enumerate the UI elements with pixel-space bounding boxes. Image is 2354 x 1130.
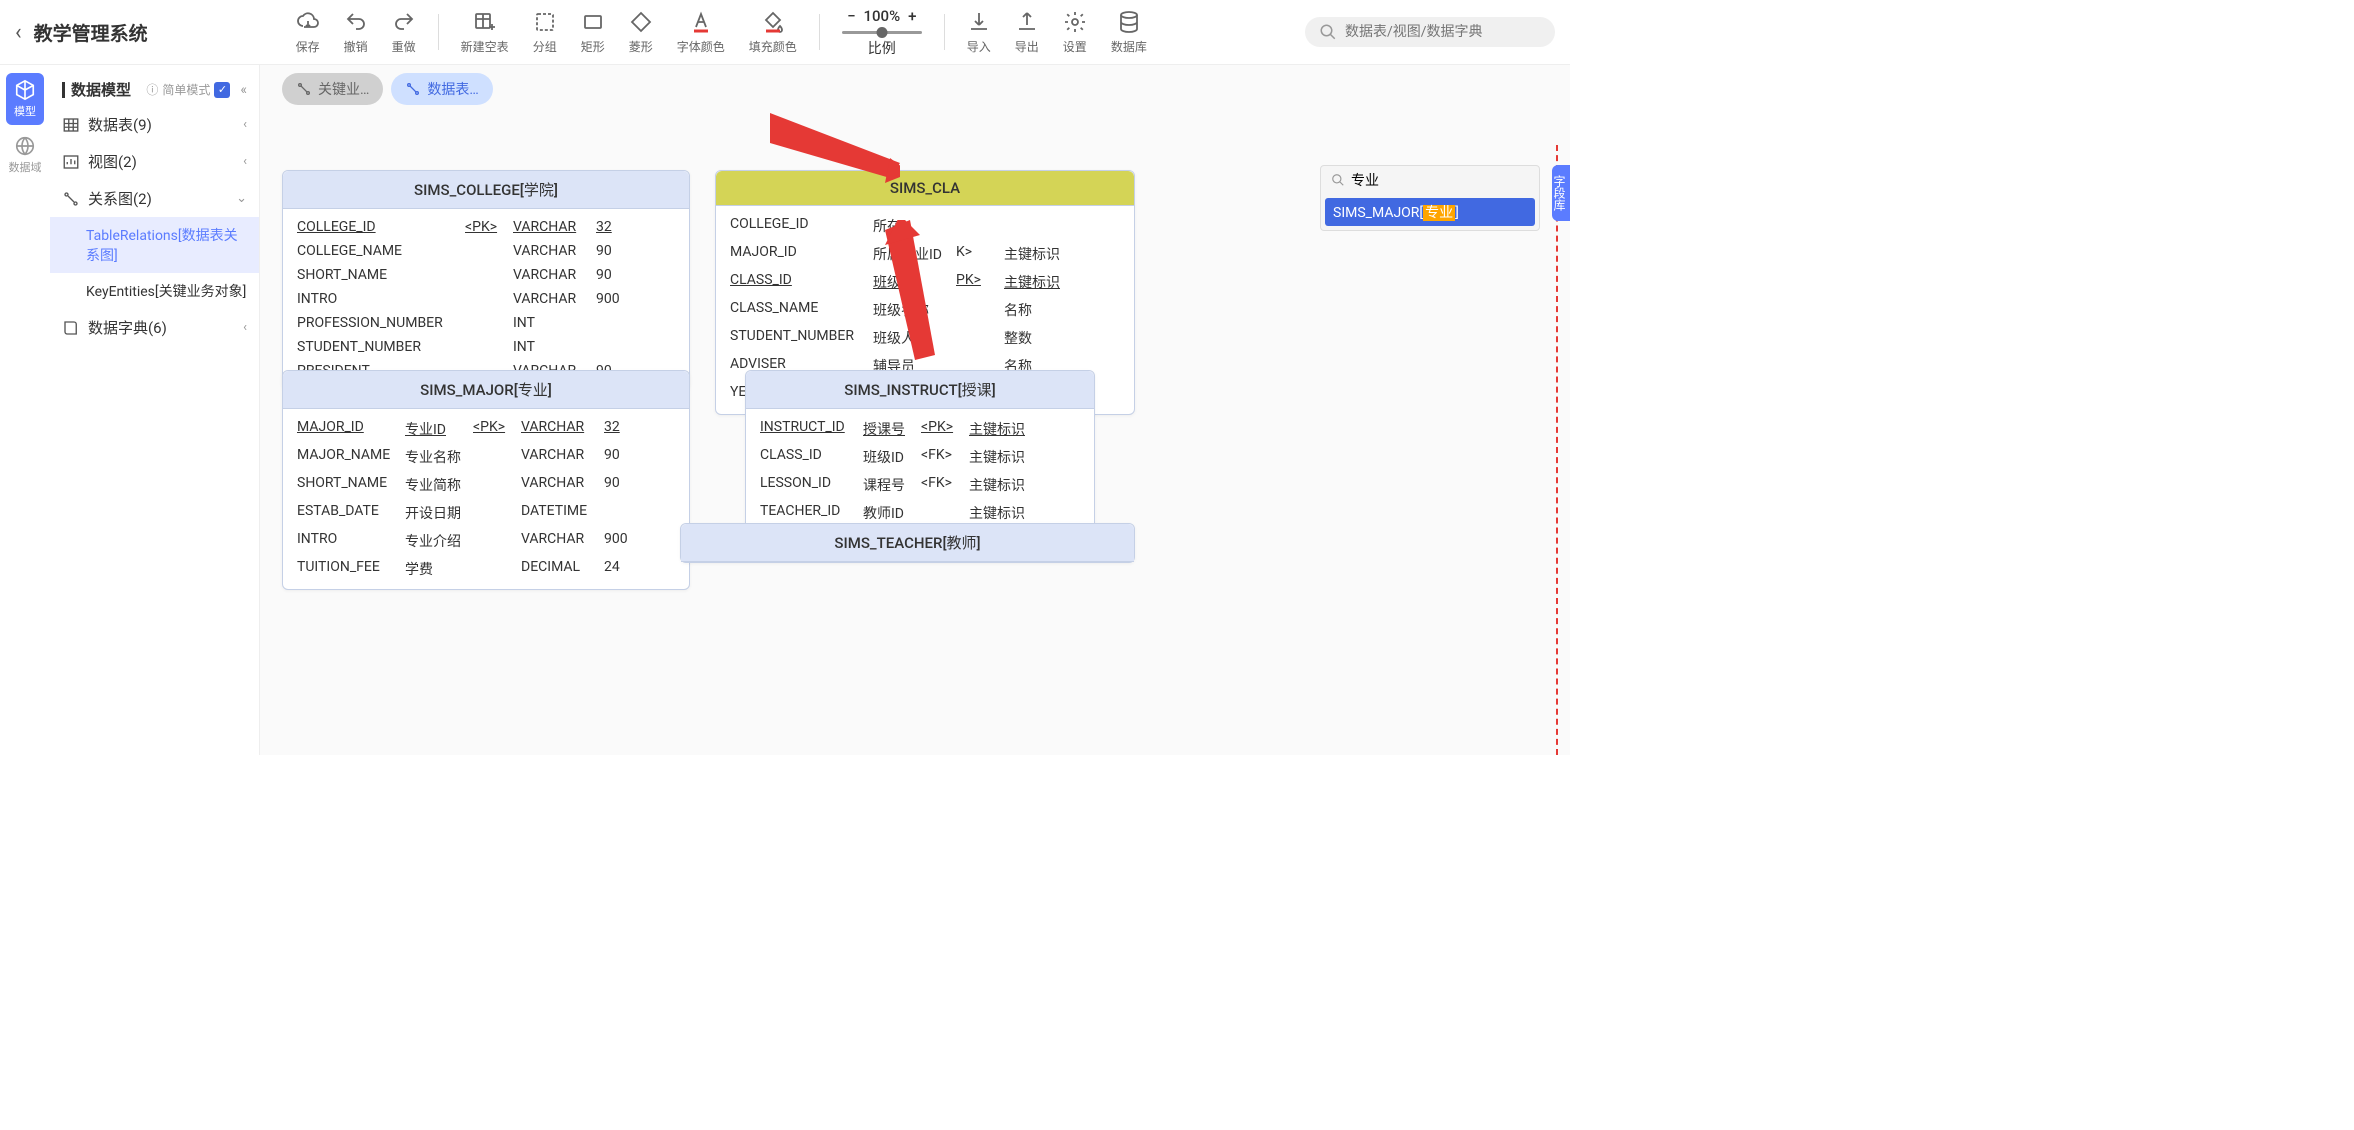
import-button[interactable]: 导入 bbox=[959, 6, 999, 59]
canvas-search-popup: SIMS_MAJOR[专业] bbox=[1320, 165, 1540, 231]
search-input[interactable] bbox=[1345, 24, 1541, 40]
export-button[interactable]: 导出 bbox=[1007, 6, 1047, 59]
zoom-in-icon[interactable]: + bbox=[908, 7, 916, 25]
sidebar-item-table-relations[interactable]: TableRelations[数据表关系图] bbox=[50, 217, 259, 273]
entity-row: SHORT_NAME专业简称VARCHAR90 bbox=[283, 471, 689, 499]
separator bbox=[438, 14, 439, 50]
rect-button[interactable]: 矩形 bbox=[573, 6, 613, 59]
entity-title: SIMS_MAJOR[专业] bbox=[283, 371, 689, 409]
zoom-out-icon[interactable]: − bbox=[847, 7, 855, 25]
entity-sims-major[interactable]: SIMS_MAJOR[专业] MAJOR_ID专业ID<PK>VARCHAR32… bbox=[282, 370, 690, 590]
page-boundary-line bbox=[1556, 145, 1558, 755]
separator bbox=[944, 14, 945, 50]
fill-color-button[interactable]: 填充颜色 bbox=[741, 6, 805, 59]
canvas-tabs: 关键业… 数据表… bbox=[282, 73, 493, 105]
header-search[interactable] bbox=[1305, 17, 1555, 47]
toolbar: 保存 撤销 重做 新建空表 分组 矩形 bbox=[288, 6, 1155, 59]
zoom-control[interactable]: − 100% + 比例 bbox=[842, 7, 922, 58]
table-icon bbox=[62, 116, 80, 134]
entity-row: MAJOR_NAME专业名称VARCHAR90 bbox=[283, 443, 689, 471]
canvas[interactable]: 关键业… 数据表… SIMS_COLLEGE[学院] COLLEGE_ID<PK… bbox=[260, 65, 1570, 755]
save-button[interactable]: 保存 bbox=[288, 6, 328, 59]
group-button[interactable]: 分组 bbox=[525, 6, 565, 59]
font-color-button[interactable]: 字体颜色 bbox=[669, 6, 733, 59]
chevron-icon: ‹ bbox=[243, 117, 247, 132]
sidebar-item-key-entities[interactable]: KeyEntities[关键业务对象] bbox=[50, 273, 259, 309]
collapse-icon[interactable]: « bbox=[240, 82, 247, 98]
entity-row: PROFESSION_NUMBERINT bbox=[283, 311, 689, 335]
entity-row: CLASS_ID班级ID<FK>主键标识 bbox=[746, 443, 1094, 471]
tab-data-table[interactable]: 数据表… bbox=[391, 73, 492, 105]
page-title: 教学管理系统 bbox=[34, 19, 148, 46]
entity-body: INSTRUCT_ID授课号<PK>主键标识 CLASS_ID班级ID<FK>主… bbox=[746, 409, 1094, 533]
sidebar-tables[interactable]: 数据表(9) ‹ bbox=[50, 106, 259, 143]
entity-sims-teacher[interactable]: SIMS_TEACHER[教师] bbox=[680, 523, 1135, 563]
info-icon: ⓘ bbox=[146, 81, 158, 98]
entity-body: COLLEGE_ID<PK>VARCHAR32 COLLEGE_NAMEVARC… bbox=[283, 209, 689, 389]
entity-row: COLLEGE_NAMEVARCHAR90 bbox=[283, 239, 689, 263]
entity-row: STUDENT_NUMBERINT bbox=[283, 335, 689, 359]
sidebar-diagrams[interactable]: 关系图(2) ⌄ bbox=[50, 180, 259, 217]
entity-row: COLLEGE_ID<PK>VARCHAR32 bbox=[283, 215, 689, 239]
diamond-button[interactable]: 菱形 bbox=[621, 6, 661, 59]
sidebar-header: 数据模型 ⓘ 简单模式 ✓ « bbox=[50, 73, 259, 106]
header: ‹ 教学管理系统 保存 撤销 重做 新建空表 分组 bbox=[0, 0, 1570, 65]
entity-row: LESSON_ID课程号<FK>主键标识 bbox=[746, 471, 1094, 499]
entity-body: MAJOR_ID专业ID<PK>VARCHAR32 MAJOR_NAME专业名称… bbox=[283, 409, 689, 589]
tab-key-biz[interactable]: 关键业… bbox=[282, 73, 383, 105]
separator bbox=[819, 14, 820, 50]
rail-domain[interactable]: 数据域 bbox=[6, 129, 44, 181]
entity-row: TUITION_FEE学费DECIMAL24 bbox=[283, 555, 689, 583]
annotation-arrow bbox=[885, 220, 935, 360]
rail-model[interactable]: 模型 bbox=[6, 73, 44, 125]
mode-checkbox[interactable]: ✓ bbox=[214, 82, 230, 98]
entity-row: INTROVARCHAR900 bbox=[283, 287, 689, 311]
database-button[interactable]: 数据库 bbox=[1103, 6, 1155, 59]
entity-row: ESTAB_DATE开设日期DATETIME bbox=[283, 499, 689, 527]
entity-title: SIMS_COLLEGE[学院] bbox=[283, 171, 689, 209]
canvas-search-input[interactable] bbox=[1351, 172, 1529, 188]
entity-row: INSTRUCT_ID授课号<PK>主键标识 bbox=[746, 415, 1094, 443]
search-result-item[interactable]: SIMS_MAJOR[专业] bbox=[1325, 198, 1535, 226]
annotation-arrow bbox=[770, 113, 900, 183]
entity-title: SIMS_TEACHER[教师] bbox=[681, 524, 1134, 562]
entity-title: SIMS_INSTRUCT[授课] bbox=[746, 371, 1094, 409]
entity-row: INTRO专业介绍VARCHAR900 bbox=[283, 527, 689, 555]
chevron-down-icon: ⌄ bbox=[236, 191, 247, 206]
book-icon bbox=[62, 319, 80, 337]
field-library-tab[interactable]: 字段库 bbox=[1552, 165, 1570, 221]
chevron-icon: ‹ bbox=[243, 320, 247, 335]
entity-sims-instruct[interactable]: SIMS_INSTRUCT[授课] INSTRUCT_ID授课号<PK>主键标识… bbox=[745, 370, 1095, 534]
search-icon bbox=[1331, 172, 1345, 188]
back-icon[interactable]: ‹ bbox=[15, 20, 22, 45]
zoom-value: 100% bbox=[864, 7, 901, 25]
undo-button[interactable]: 撤销 bbox=[336, 6, 376, 59]
chart-icon bbox=[62, 153, 80, 171]
sidebar-views[interactable]: 视图(2) ‹ bbox=[50, 143, 259, 180]
new-table-button[interactable]: 新建空表 bbox=[453, 6, 517, 59]
rail: 模型 数据域 bbox=[0, 65, 50, 755]
sidebar-dict[interactable]: 数据字典(6) ‹ bbox=[50, 309, 259, 346]
chevron-icon: ‹ bbox=[243, 154, 247, 169]
redo-button[interactable]: 重做 bbox=[384, 6, 424, 59]
zoom-slider[interactable] bbox=[842, 31, 922, 34]
relation-icon bbox=[62, 190, 80, 208]
entity-row: MAJOR_ID专业ID<PK>VARCHAR32 bbox=[283, 415, 689, 443]
entity-row: SHORT_NAMEVARCHAR90 bbox=[283, 263, 689, 287]
entity-sims-college[interactable]: SIMS_COLLEGE[学院] COLLEGE_ID<PK>VARCHAR32… bbox=[282, 170, 690, 390]
settings-button[interactable]: 设置 bbox=[1055, 6, 1095, 59]
sidebar: 数据模型 ⓘ 简单模式 ✓ « 数据表(9) ‹ 视图(2) ‹ bbox=[50, 65, 260, 755]
search-icon bbox=[1319, 23, 1337, 41]
